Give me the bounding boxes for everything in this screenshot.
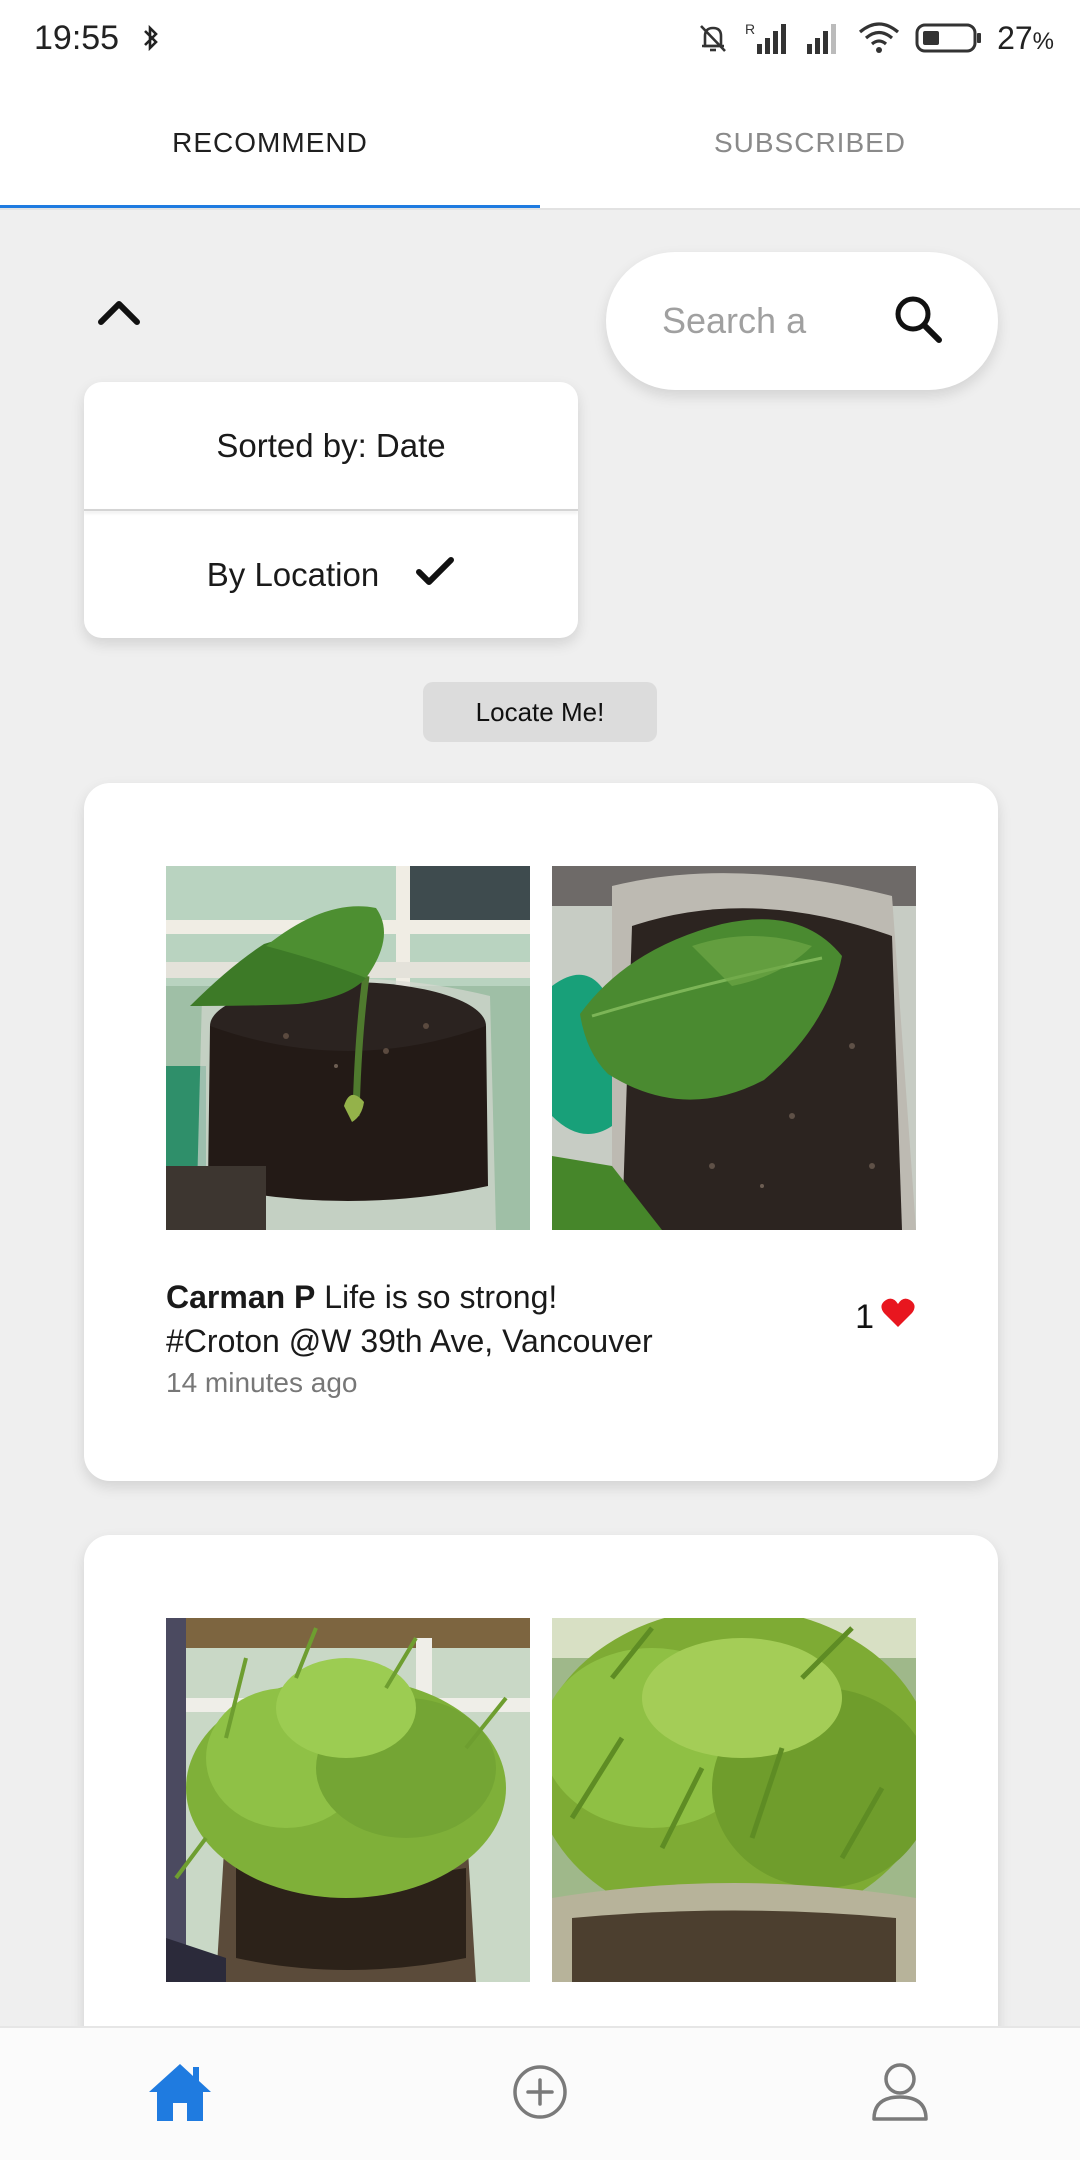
status-bar: 19:55 R 27%	[0, 0, 1080, 76]
checkmark-icon	[415, 555, 455, 595]
battery-unit: %	[1032, 27, 1054, 55]
tab-subscribed[interactable]: SUBSCRIBED	[540, 76, 1080, 210]
locate-me-button[interactable]: Locate Me!	[423, 682, 657, 742]
post-card[interactable]: Carman P Life is so strong! #Croton @W 3…	[84, 783, 998, 1481]
tabs-divider	[0, 208, 1080, 210]
like-count: 1	[855, 1298, 874, 1336]
home-icon[interactable]	[147, 2061, 213, 2128]
succulent-jar-photo[interactable]	[166, 1618, 530, 1982]
battery-percent: 27	[997, 19, 1033, 56]
nav-add-post[interactable]	[480, 2044, 600, 2144]
sort-option-label: Sorted by: Date	[216, 426, 446, 464]
status-time: 19:55	[34, 18, 120, 57]
status-left: 19:55	[34, 19, 161, 58]
signal-icon	[803, 20, 843, 56]
chevron-up-icon[interactable]	[92, 292, 146, 332]
signal-r-icon: R	[745, 20, 789, 56]
search-icon[interactable]	[892, 293, 944, 350]
sort-option-date[interactable]: Sorted by: Date	[84, 382, 578, 509]
wifi-icon	[857, 20, 901, 56]
post-author[interactable]: Carman P	[166, 1279, 315, 1315]
search-bar	[606, 252, 998, 390]
post-text: Life is so strong!	[324, 1279, 558, 1315]
bluetooth-icon	[141, 24, 161, 52]
sort-option-location[interactable]: By Location	[84, 511, 578, 638]
profile-icon[interactable]	[870, 2061, 930, 2128]
battery-level: 27%	[997, 20, 1054, 57]
search-input[interactable]	[662, 300, 862, 342]
svg-text:R: R	[745, 21, 755, 37]
pothos-cutting-photo[interactable]	[166, 866, 530, 1230]
like-button[interactable]: 1	[855, 1297, 916, 1338]
feed-tabs: RECOMMEND SUBSCRIBED	[0, 76, 1080, 210]
post-timestamp: 14 minutes ago	[166, 1367, 358, 1398]
post-caption: Carman P Life is so strong! #Croton @W 3…	[166, 1275, 786, 1403]
succulent-closeup-photo[interactable]	[552, 1618, 916, 1982]
sort-dropdown: Sorted by: Date By Location	[84, 382, 578, 638]
pothos-leaf-closeup-photo[interactable]	[552, 866, 916, 1230]
post-tags: #Croton @W 39th Ave, Vancouver	[166, 1323, 653, 1359]
heart-icon[interactable]	[880, 1297, 916, 1338]
mute-icon	[695, 20, 731, 56]
bottom-navigation	[0, 2026, 1080, 2160]
post-caption-line: Carman P Life is so strong!	[166, 1275, 786, 1319]
sort-option-label: By Location	[206, 555, 380, 593]
add-circle-icon[interactable]	[511, 2063, 569, 2126]
nav-profile[interactable]	[840, 2044, 960, 2144]
status-right: R 27%	[695, 20, 1054, 57]
nav-home[interactable]	[120, 2044, 240, 2144]
battery-icon	[915, 21, 983, 55]
tab-recommend[interactable]: RECOMMEND	[0, 76, 540, 210]
